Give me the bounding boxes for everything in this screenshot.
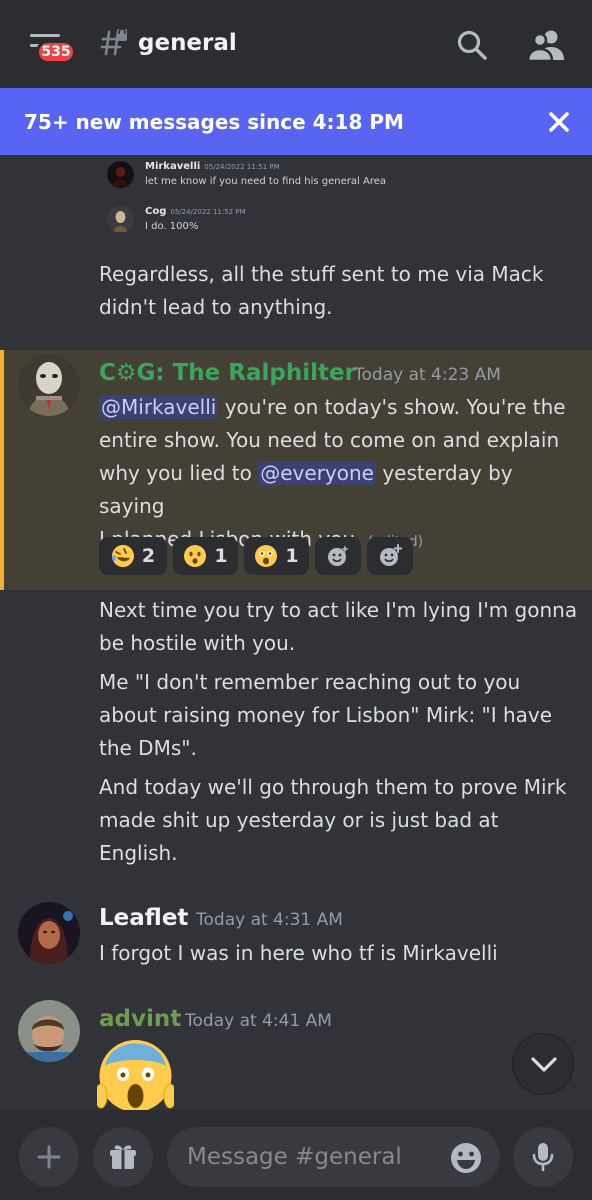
message-line: be hostile with you. xyxy=(99,631,296,655)
message-line: entire show. You need to come on and exp… xyxy=(99,428,560,452)
channel-title: general xyxy=(138,30,237,56)
microphone-icon xyxy=(532,1143,554,1172)
message-line: English. xyxy=(99,841,178,865)
message-line: you're on today's show. You're the xyxy=(218,395,566,419)
reaction-count: 2 xyxy=(141,545,156,567)
reaction-rofl[interactable]: 2 xyxy=(99,537,167,575)
astonished-emoji-icon xyxy=(255,545,278,567)
chevron-down-icon xyxy=(531,1057,557,1072)
scream-emoji xyxy=(97,1040,174,1110)
avatar xyxy=(107,161,134,188)
attach-button[interactable] xyxy=(19,1127,79,1187)
reaction-astonished[interactable]: 1 xyxy=(244,537,309,575)
message-timestamp: Today at 4:23 AM xyxy=(354,365,501,385)
avatar xyxy=(107,206,134,233)
message-timestamp: Today at 4:41 AM xyxy=(185,1011,332,1031)
message-line: Me "I don't remember reaching out to you xyxy=(99,670,521,694)
user-mention[interactable]: @Mirkavelli xyxy=(99,395,219,419)
reaction-hushed[interactable]: 1 xyxy=(173,537,238,575)
everyone-mention[interactable]: @everyone xyxy=(258,461,376,485)
add-reaction-icon xyxy=(380,544,402,566)
message-line: Regardless, all the stuff sent to me via… xyxy=(99,262,544,286)
quoted-author: Mirkavelli xyxy=(145,161,201,172)
message-timestamp: Today at 4:31 AM xyxy=(196,910,343,930)
message-content: Regardless, all the stuff sent to me via… xyxy=(99,258,579,324)
add-reaction-button[interactable] xyxy=(367,537,413,575)
message-line: about raising money for Lisbon" Mirk: "I… xyxy=(99,703,553,727)
message-content: Me "I don't remember reaching out to you… xyxy=(99,666,579,765)
hushed-emoji-icon xyxy=(184,545,207,567)
reaction-count: 1 xyxy=(285,545,299,567)
message-author[interactable]: C⚙G: The Ralphilter xyxy=(99,360,356,386)
advint-avatar-icon xyxy=(18,1000,80,1062)
message-content: I forgot I was in here who tf is Mirkave… xyxy=(99,941,498,965)
message-content: And today we'll go through them to prove… xyxy=(99,771,579,870)
jump-to-present-button[interactable] xyxy=(512,1033,574,1095)
avatar[interactable] xyxy=(18,354,80,416)
gift-button[interactable] xyxy=(93,1127,153,1187)
avatar[interactable] xyxy=(18,1000,80,1062)
message-content: Next time you try to act like I'm lying … xyxy=(99,594,579,660)
message-line: And today we'll go through them to prove… xyxy=(99,775,567,799)
rofl-emoji-icon xyxy=(111,545,134,567)
message-line: didn't lead to anything. xyxy=(99,295,333,319)
quoted-text: I do. 100% xyxy=(145,221,199,232)
quoted-author: Cog xyxy=(145,206,167,217)
add-super-reaction-button[interactable] xyxy=(315,537,361,575)
menu-icon xyxy=(30,34,60,37)
message-composer xyxy=(0,1110,592,1200)
message-line: the DMs". xyxy=(99,736,197,760)
avatar[interactable] xyxy=(18,902,80,964)
message-line: made shit up yesterday or is just bad at xyxy=(99,808,499,832)
voice-message-button[interactable] xyxy=(513,1127,573,1187)
message-line: why you lied to xyxy=(99,461,259,485)
quoted-text: let me know if you need to find his gene… xyxy=(145,176,386,187)
emoji-icon[interactable] xyxy=(449,1141,483,1175)
super-reaction-icon xyxy=(328,545,349,566)
cog-avatar-icon xyxy=(18,354,80,416)
reaction-count: 1 xyxy=(214,545,228,567)
members-icon[interactable] xyxy=(527,28,565,62)
hash-icon xyxy=(100,28,127,56)
search-icon[interactable] xyxy=(455,28,489,62)
leaflet-avatar-icon xyxy=(18,902,80,964)
mention-highlight-bar xyxy=(0,350,4,590)
message-author[interactable]: Leaflet xyxy=(99,905,188,931)
new-messages-text: 75+ new messages since 4:18 PM xyxy=(24,110,404,134)
message-content: @Mirkavelli you're on today's show. You'… xyxy=(99,391,579,559)
channel-header: 535 general xyxy=(0,0,592,88)
close-icon[interactable] xyxy=(545,108,573,136)
message-line: Next time you try to act like I'm lying … xyxy=(99,598,578,622)
menu-button[interactable]: 535 xyxy=(20,28,76,68)
new-messages-bar[interactable]: 75+ new messages since 4:18 PM xyxy=(0,88,592,155)
unread-badge: 535 xyxy=(36,40,76,64)
plus-icon xyxy=(37,1145,61,1169)
quoted-time: 05/24/2022 11:52 PM xyxy=(170,208,246,216)
message-author[interactable]: advint xyxy=(99,1006,181,1032)
quoted-time: 05/24/2022 11:51 PM xyxy=(204,163,280,171)
gift-icon xyxy=(110,1145,136,1169)
